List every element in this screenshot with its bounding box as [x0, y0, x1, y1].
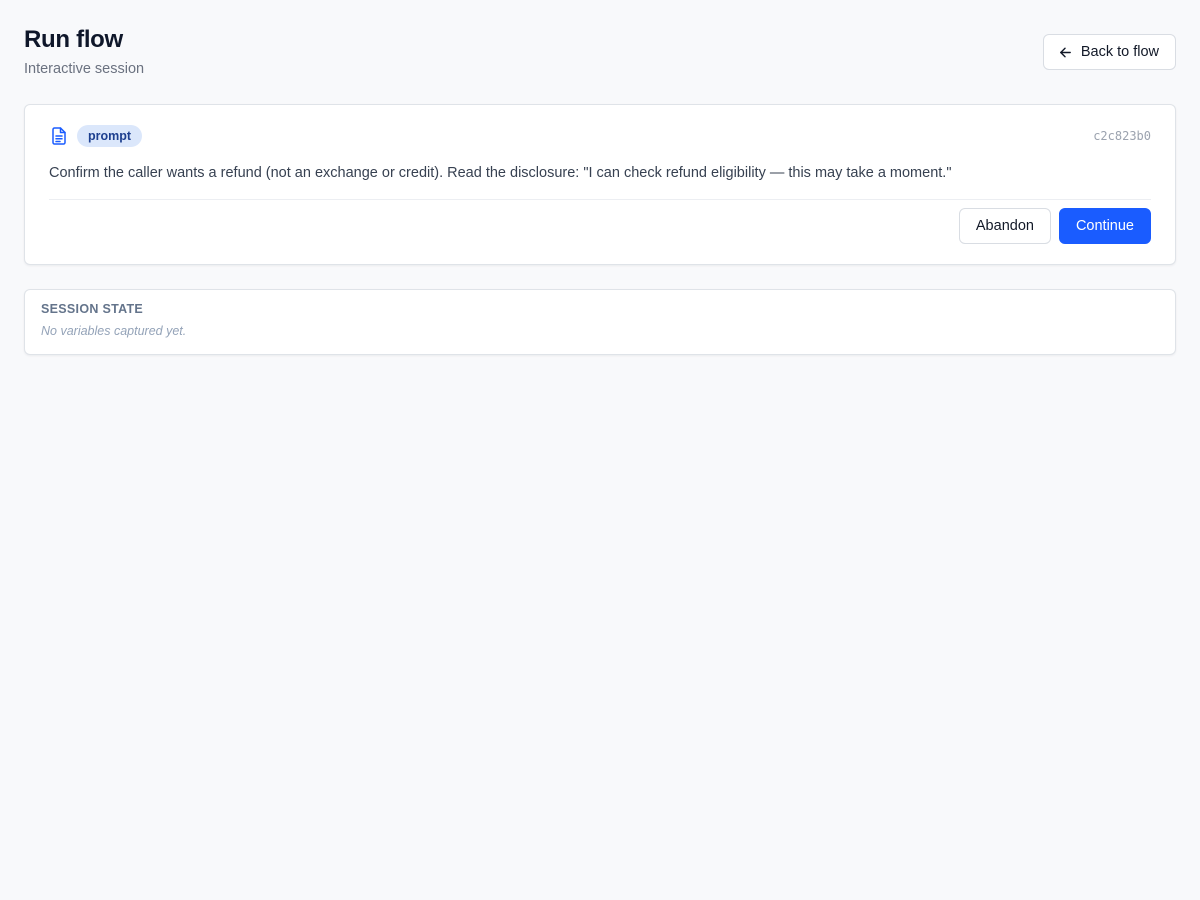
back-to-flow-label: Back to flow: [1080, 44, 1159, 60]
step-header: prompt c2c823b0: [49, 125, 1151, 147]
continue-button[interactable]: Continue: [1058, 208, 1151, 244]
document-icon: [49, 126, 69, 146]
page-header: Run flow Interactive session Back to flo…: [24, 0, 1176, 104]
page-title: Run flow: [24, 26, 123, 53]
arrow-left-icon: [1058, 45, 1073, 60]
step-prompt-text: Confirm the caller wants a refund (not a…: [49, 165, 952, 181]
session-state-heading: SESSION STATE: [41, 302, 144, 316]
page-subtitle: Interactive session: [24, 61, 145, 77]
current-step-card: prompt c2c823b0 Confirm the caller wants…: [24, 104, 1176, 265]
abandon-button[interactable]: Abandon: [958, 208, 1051, 244]
run-flow-page: Run flow Interactive session Back to flo…: [0, 0, 1200, 900]
divider: [49, 199, 1151, 200]
session-state-empty-message: No variables captured yet.: [41, 324, 187, 338]
step-type-badge: prompt: [77, 125, 143, 147]
back-to-flow-button[interactable]: Back to flow: [1042, 34, 1176, 70]
step-id: c2c823b0: [1093, 129, 1151, 143]
session-state-panel: SESSION STATE No variables captured yet.: [24, 289, 1176, 355]
step-actions: Abandon Continue: [49, 208, 1151, 244]
